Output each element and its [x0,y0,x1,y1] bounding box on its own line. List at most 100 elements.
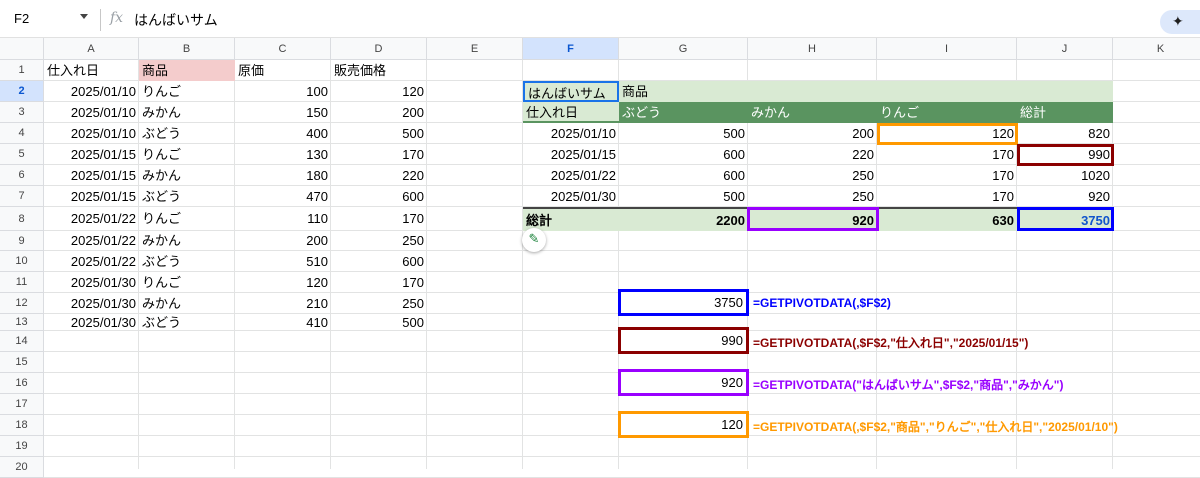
source-cell[interactable]: りんご [139,144,235,165]
pivot-cell[interactable]: 170 [877,186,1017,207]
pivot-cell[interactable]: 920 [1017,186,1113,207]
column-header-e[interactable]: E [427,38,523,60]
result-value-cell[interactable]: 120 [618,411,749,438]
source-cell[interactable]: 220 [331,165,427,186]
row-header-5[interactable]: 5 [0,144,44,165]
pivot-cell[interactable]: 1020 [1017,165,1113,186]
source-cell[interactable]: 2025/01/22 [44,251,139,272]
row-header-3[interactable]: 3 [0,102,44,123]
source-cell[interactable]: みかん [139,293,235,314]
pivot-cell[interactable]: 2025/01/15 [523,144,619,165]
row-header-4[interactable]: 4 [0,123,44,144]
pivot-cell[interactable]: 250 [748,186,877,207]
pivot-total-cell[interactable]: 2200 [619,207,748,231]
source-cell[interactable]: 400 [235,123,331,144]
pivot-col-header[interactable]: ぶどう [619,102,748,123]
row-header-10[interactable]: 10 [0,251,44,272]
source-cell[interactable]: 120 [331,81,427,102]
source-cell[interactable]: 150 [235,102,331,123]
source-cell[interactable]: 2025/01/10 [44,123,139,144]
source-cell[interactable]: 180 [235,165,331,186]
column-header-j[interactable]: J [1017,38,1113,60]
pivot-col-header[interactable]: 総計 [1017,102,1113,123]
pivot-cell[interactable]: 2025/01/30 [523,186,619,207]
source-cell[interactable]: 600 [331,186,427,207]
pivot-total-label[interactable]: 総計 [523,207,619,231]
source-cell[interactable]: みかん [139,165,235,186]
source-cell[interactable]: 210 [235,293,331,314]
pivot-cell[interactable]: 170 [877,165,1017,186]
row-header-14[interactable]: 14 [0,331,44,352]
source-cell[interactable]: 510 [235,251,331,272]
pivot-cell[interactable]: 500 [619,123,748,144]
select-all-corner[interactable] [0,38,44,60]
source-cell[interactable]: りんご [139,81,235,102]
source-cell[interactable]: 200 [235,231,331,251]
source-cell[interactable]: 130 [235,144,331,165]
result-value-cell[interactable]: 920 [618,369,749,396]
source-cell[interactable]: 500 [331,123,427,144]
column-header-f[interactable]: F [523,38,619,60]
pivot-cell[interactable]: 170 [877,144,1017,165]
row-header-2[interactable]: 2 [0,81,44,102]
source-cell[interactable]: 2025/01/10 [44,102,139,123]
source-cell[interactable]: 100 [235,81,331,102]
source-cell[interactable]: りんご [139,272,235,293]
source-cell[interactable]: みかん [139,231,235,251]
row-header-8[interactable]: 8 [0,207,44,231]
pivot-cell[interactable]: 820 [1017,123,1113,144]
source-cell[interactable]: 2025/01/15 [44,165,139,186]
source-cell[interactable]: 2025/01/10 [44,81,139,102]
result-value-cell[interactable]: 990 [618,327,749,354]
row-header-1[interactable]: 1 [0,60,44,81]
edit-pivot-pencil-icon[interactable]: ✎ [522,228,546,252]
column-header-k[interactable]: K [1113,38,1200,60]
source-cell[interactable]: 500 [331,314,427,331]
source-cell[interactable]: 170 [331,207,427,231]
column-header-a[interactable]: A [44,38,139,60]
source-cell[interactable]: みかん [139,102,235,123]
row-header-11[interactable]: 11 [0,272,44,293]
source-cell[interactable]: 200 [331,102,427,123]
source-cell[interactable]: ぶどう [139,123,235,144]
row-header-18[interactable]: 18 [0,415,44,436]
source-cell[interactable]: 170 [331,272,427,293]
pivot-total-cell[interactable]: 630 [877,207,1017,231]
source-cell[interactable]: 2025/01/15 [44,186,139,207]
pivot-col-header[interactable]: みかん [748,102,877,123]
source-cell[interactable]: 2025/01/30 [44,314,139,331]
source-cell[interactable]: ぶどう [139,314,235,331]
source-cell[interactable]: 410 [235,314,331,331]
column-header-c[interactable]: C [235,38,331,60]
source-cell[interactable]: りんご [139,207,235,231]
pivot-cell[interactable]: 250 [748,165,877,186]
pivot-col-field[interactable]: 商品 [619,81,748,102]
source-header-2[interactable]: 原価 [235,60,331,81]
row-header-7[interactable]: 7 [0,186,44,207]
pivot-name-cell[interactable]: はんばいサム [523,81,619,102]
row-header-17[interactable]: 17 [0,394,44,415]
name-box[interactable]: F2 [8,6,100,32]
column-header-g[interactable]: G [619,38,748,60]
source-cell[interactable]: 600 [331,251,427,272]
source-cell[interactable]: 110 [235,207,331,231]
source-cell[interactable]: 2025/01/22 [44,231,139,251]
source-cell[interactable]: 2025/01/15 [44,144,139,165]
row-header-20[interactable]: 20 [0,457,44,478]
row-header-12[interactable]: 12 [0,293,44,314]
source-cell[interactable]: 2025/01/30 [44,293,139,314]
source-cell[interactable]: ぶどう [139,186,235,207]
column-header-d[interactable]: D [331,38,427,60]
row-header-6[interactable]: 6 [0,165,44,186]
source-cell[interactable]: 2025/01/22 [44,207,139,231]
source-cell[interactable]: 120 [235,272,331,293]
row-header-9[interactable]: 9 [0,231,44,251]
source-cell[interactable]: 250 [331,231,427,251]
source-cell[interactable]: ぶどう [139,251,235,272]
column-header-i[interactable]: I [877,38,1017,60]
pivot-cell[interactable]: 200 [748,123,877,144]
formula-input[interactable]: はんばいサム [134,10,218,30]
row-header-15[interactable]: 15 [0,352,44,373]
result-value-cell[interactable]: 3750 [618,289,749,316]
pivot-cell[interactable]: 2025/01/10 [523,123,619,144]
